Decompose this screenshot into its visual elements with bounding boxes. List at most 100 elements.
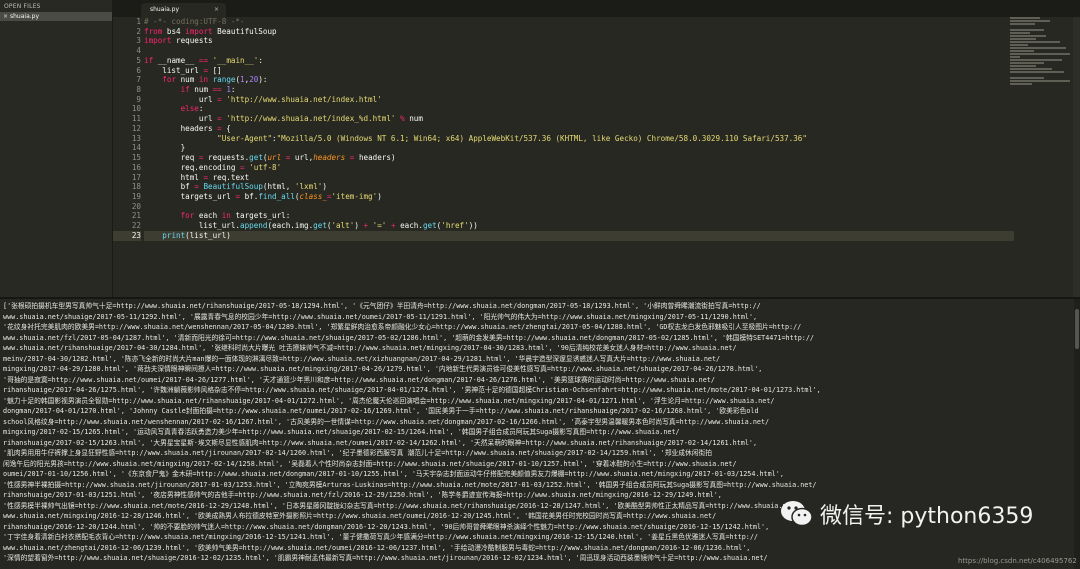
output-line: meinv/2017-04-30/1282.html', '陈亦飞全新的时尚大片…	[3, 354, 721, 363]
line-number: 17	[131, 172, 141, 182]
output-line: rihanshuaige/2017-02-15/1263.html', '大男星…	[3, 438, 758, 447]
code-line[interactable]: req.encoding = 'utf-8'	[144, 163, 1014, 173]
line-number: 15	[131, 153, 141, 163]
output-line: '丁宇佳身着清新白衬衣搭配毛衣背心=http://www.shuaia.net/…	[3, 533, 758, 541]
code-line[interactable]: headers = {	[144, 124, 1014, 134]
sidebar-file-item[interactable]: × shuaia.py	[0, 12, 112, 21]
line-number: 2	[136, 26, 141, 36]
watermark-text: 微信号: python6359	[820, 504, 1034, 529]
minimap-line	[1010, 38, 1036, 40]
code-line[interactable]: for num in range(1,20):	[144, 75, 1014, 85]
code-line[interactable]: bf = BeautifulSoup(html, 'lxml')	[144, 182, 1014, 192]
minimap-line	[1010, 56, 1020, 58]
minimap-line	[1010, 65, 1036, 67]
output-line: mingxing/2017-04-29/1280.html', '蒋劲夫深情眼神…	[3, 365, 763, 373]
minimap-line	[1010, 59, 1062, 61]
output-line: oumei/2017-01-10/1256.html', '《东京食尸鬼》金木研…	[3, 470, 784, 478]
line-number: 1	[136, 17, 141, 26]
scrollbar-thumb[interactable]	[1075, 309, 1079, 349]
minimap-line	[1010, 23, 1035, 25]
output-line: www.shuaia.net/fzl/2017-05-04/1287.html'…	[3, 333, 814, 342]
wechat-watermark: 微信号: python6359	[780, 496, 1033, 532]
minimap-line	[1010, 41, 1060, 43]
line-number: 4	[136, 46, 141, 56]
minimap-line	[1010, 35, 1046, 37]
minimap-line	[1010, 47, 1066, 49]
line-number-gutter: 1 2 3 4 5 6 7 8 9 10 11 12 13 14 15 16 17 18 19 20 21 22 23	[113, 17, 141, 241]
line-number: 8	[136, 85, 141, 95]
code-area[interactable]: # -*- coding:UTF-8 -*- from bs4 import B…	[144, 17, 1014, 241]
code-line[interactable]: # -*- coding:UTF-8 -*-	[144, 17, 1014, 27]
line-number: 16	[131, 162, 141, 172]
minimap-line	[1010, 50, 1034, 52]
sidebar: OPEN FILES × shuaia.py	[0, 0, 113, 297]
sidebar-file-label: shuaia.py	[10, 13, 40, 20]
line-number: 9	[136, 94, 141, 104]
code-line[interactable]: }	[144, 143, 1014, 153]
code-line[interactable]: list_url.append(each.img.get('alt') + '=…	[144, 221, 1014, 231]
code-line[interactable]: url = 'http://www.shuaia.net/index_%d.ht…	[144, 114, 1014, 124]
tab-shuaia-py[interactable]: shuaia.py ×	[141, 3, 226, 17]
minimap-line	[1010, 77, 1044, 79]
line-number: 10	[131, 104, 141, 114]
line-number: 3	[136, 36, 141, 46]
output-line: '花纹身衬托完美肌肉的欧美男=http://www.shuaia.net/wen…	[3, 323, 802, 331]
code-line[interactable]: else:	[144, 104, 1014, 114]
editor-scrollbar[interactable]	[1073, 17, 1080, 297]
output-line: 闲逸午后的阳光男孩=http://www.shuaia.net/mingxing…	[3, 459, 737, 468]
line-number: 14	[131, 143, 141, 153]
tab-label: shuaia.py	[150, 6, 180, 13]
code-line[interactable]: req = requests.get(url = url,headers = h…	[144, 153, 1014, 163]
line-number: 12	[131, 123, 141, 133]
code-line[interactable]: if num == 1:	[144, 85, 1014, 95]
output-line: ['张根硕拍摄机车型男写真帅气十足=http://www.shuaia.net/…	[3, 302, 761, 310]
tab-close-icon[interactable]: ×	[214, 3, 219, 17]
code-line[interactable]: from bs4 import BeautifulSoup	[144, 27, 1014, 37]
code-line[interactable]: if __name__ == '__main__':	[144, 56, 1014, 66]
line-number: 5	[136, 55, 141, 65]
minimap-line	[1010, 53, 1070, 55]
close-icon[interactable]: ×	[3, 12, 8, 21]
line-number: 13	[131, 133, 141, 143]
output-line: school风格纹身=http://www.shuaia.net/wenshen…	[3, 417, 770, 426]
code-line[interactable]	[144, 46, 1014, 56]
code-line[interactable]: targets_url = bf.find_all(class_='item-i…	[144, 192, 1014, 202]
code-editor[interactable]: 1 2 3 4 5 6 7 8 9 10 11 12 13 14 15 16 17 18 19 20 21 22 23 # …	[113, 17, 1080, 297]
code-line[interactable]: "User-Agent":"Mozilla/5.0 (Windows NT 6.…	[144, 134, 1014, 144]
code-line[interactable]: list_url = []	[144, 66, 1014, 76]
line-number: 6	[136, 65, 141, 75]
output-line: www.shuaia.net/shuaige/2017-05-11/1292.h…	[3, 312, 758, 321]
line-number: 19	[131, 191, 141, 201]
output-line: '性感男神半裸拍摄=http://www.shuaia.net/jirounan…	[3, 480, 817, 489]
line-number: 20	[131, 201, 141, 211]
output-line: '深情的望着窗外=http://www.shuaia.net/shuaige/2…	[3, 554, 768, 562]
minimap-line	[1010, 29, 1044, 31]
code-line[interactable]: import requests	[144, 36, 1014, 46]
minimap[interactable]	[1010, 17, 1072, 85]
output-line: dongman/2017-04-01/1270.html', 'Johnny C…	[3, 407, 759, 415]
blog-credit: https://blog.csdn.net/c406495762	[958, 557, 1077, 565]
minimap-line	[1010, 62, 1044, 64]
line-number: 21	[131, 211, 141, 221]
tab-bar: shuaia.py ×	[113, 0, 1080, 17]
code-line[interactable]	[144, 202, 1014, 212]
line-number: 23	[113, 230, 141, 241]
output-line: www.shuaia.net/rihanshuaige/2017-04-30/1…	[3, 344, 737, 352]
output-line: www.shuaia.net/zhengtai/2016-12-06/1239.…	[3, 543, 751, 552]
minimap-line	[1010, 44, 1028, 46]
minimap-line	[1010, 80, 1070, 82]
output-scrollbar[interactable]	[1074, 299, 1080, 569]
minimap-line	[1010, 83, 1032, 85]
code-line[interactable]: for each in targets_url:	[144, 211, 1014, 221]
minimap-line	[1010, 68, 1052, 70]
output-line: '哥抽的是寂寞=http://www.shuaia.net/oumei/2017…	[3, 375, 715, 384]
open-files-header: OPEN FILES	[4, 3, 41, 10]
output-line: rihanshuaige/2017-04-26/1275.html', '许魏洲…	[3, 386, 821, 394]
line-number: 7	[136, 75, 141, 85]
minimap-line	[1010, 71, 1064, 73]
output-line: mingxing/2017-02-15/1265.html', '运动风写真青春…	[3, 428, 680, 436]
code-line-current[interactable]: print(list_url)	[144, 230, 1014, 241]
code-line[interactable]: html = req.text	[144, 173, 1014, 183]
code-line[interactable]: url = 'http://www.shuaia.net/index.html'	[144, 95, 1014, 105]
line-number: 18	[131, 182, 141, 192]
